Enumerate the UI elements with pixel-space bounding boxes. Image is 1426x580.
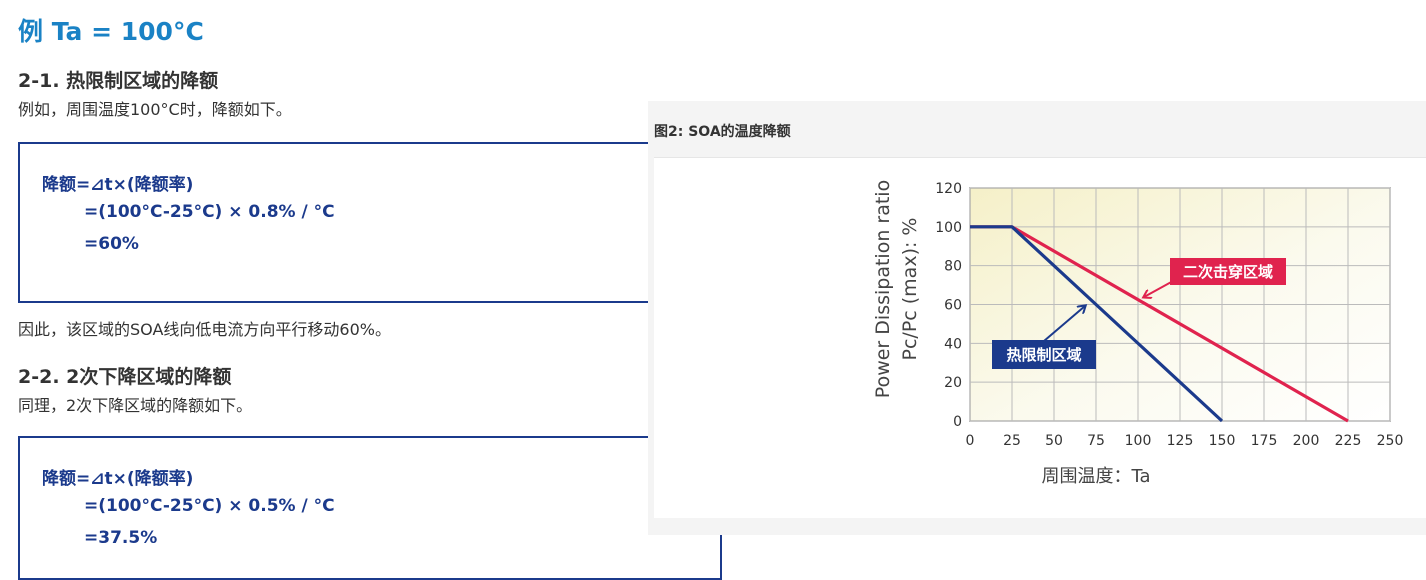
x-tick-label: 200 xyxy=(1293,433,1320,449)
x-tick-label: 175 xyxy=(1251,433,1278,449)
page-title: 例 Ta = 100°C xyxy=(18,17,204,46)
x-tick-label: 125 xyxy=(1167,433,1194,449)
x-tick-label: 0 xyxy=(966,433,975,449)
soa-derating-chart: 0 20 40 60 80 100 120 0 25 50 75 100 125 150 175 200 22… xyxy=(872,180,1404,487)
x-axis-label: 周围温度：Ta xyxy=(1041,466,1150,487)
figure-body: 0 20 40 60 80 100 120 0 25 50 75 100 125 150 175 200 22… xyxy=(654,157,1426,518)
y-axis-label-line1: Power Dissipation ratio xyxy=(872,180,894,398)
y-tick-label: 40 xyxy=(944,336,962,352)
figure-panel: 图2: SOA的温度降额 0 20 40 60 80 100 120 0 25 50 75 100 1… xyxy=(648,101,1426,535)
figure-title: 图2: SOA的温度降额 xyxy=(654,124,791,140)
section1-conclusion: 因此，该区域的SOA线向低电流方向平行移动60%。 xyxy=(18,320,391,339)
y-tick-label: 60 xyxy=(944,298,962,314)
section1-formula-line1: 降额=⊿t×(降额率) xyxy=(42,175,194,195)
y-tick-label: 120 xyxy=(935,181,962,197)
section2-formula-line1: 降额=⊿t×(降额率) xyxy=(42,469,194,489)
section2-intro: 同理，2次下降区域的降额如下。 xyxy=(18,396,253,415)
y-tick-label: 80 xyxy=(944,259,962,275)
section1-heading: 2-1. 热限制区域的降额 xyxy=(18,70,219,92)
y-axis-label-line2: Pc/Pc (max): % xyxy=(899,218,921,361)
y-tick-label: 100 xyxy=(935,220,962,236)
x-tick-label: 250 xyxy=(1377,433,1404,449)
y-tick-label: 0 xyxy=(953,414,962,430)
section2-heading: 2-2. 2次下降区域的降额 xyxy=(18,366,232,388)
x-tick-label: 75 xyxy=(1087,433,1105,449)
x-tick-label: 225 xyxy=(1335,433,1362,449)
x-tick-label: 50 xyxy=(1045,433,1063,449)
section1-intro: 例如，周围温度100°C时，降额如下。 xyxy=(18,100,292,119)
secondary-breakdown-label: 二次击穿区域 xyxy=(1183,263,1273,281)
x-tick-label: 100 xyxy=(1125,433,1152,449)
section2-formula-box: 降额=⊿t×(降额率) =(100°C-25°C) × 0.5% / °C =3… xyxy=(18,436,722,580)
section2-formula-line2: =(100°C-25°C) × 0.5% / °C xyxy=(84,496,335,516)
thermal-limit-label: 热限制区域 xyxy=(1006,346,1081,364)
x-tick-label: 25 xyxy=(1003,433,1021,449)
x-tick-label: 150 xyxy=(1209,433,1236,449)
section2-formula-line3: =37.5% xyxy=(84,528,158,548)
section1-formula-line3: =60% xyxy=(84,234,139,254)
section1-formula-box: 降额=⊿t×(降额率) =(100°C-25°C) × 0.8% / °C =6… xyxy=(18,142,722,303)
section1-formula-line2: =(100°C-25°C) × 0.8% / °C xyxy=(84,202,335,222)
y-tick-label: 20 xyxy=(944,375,962,391)
